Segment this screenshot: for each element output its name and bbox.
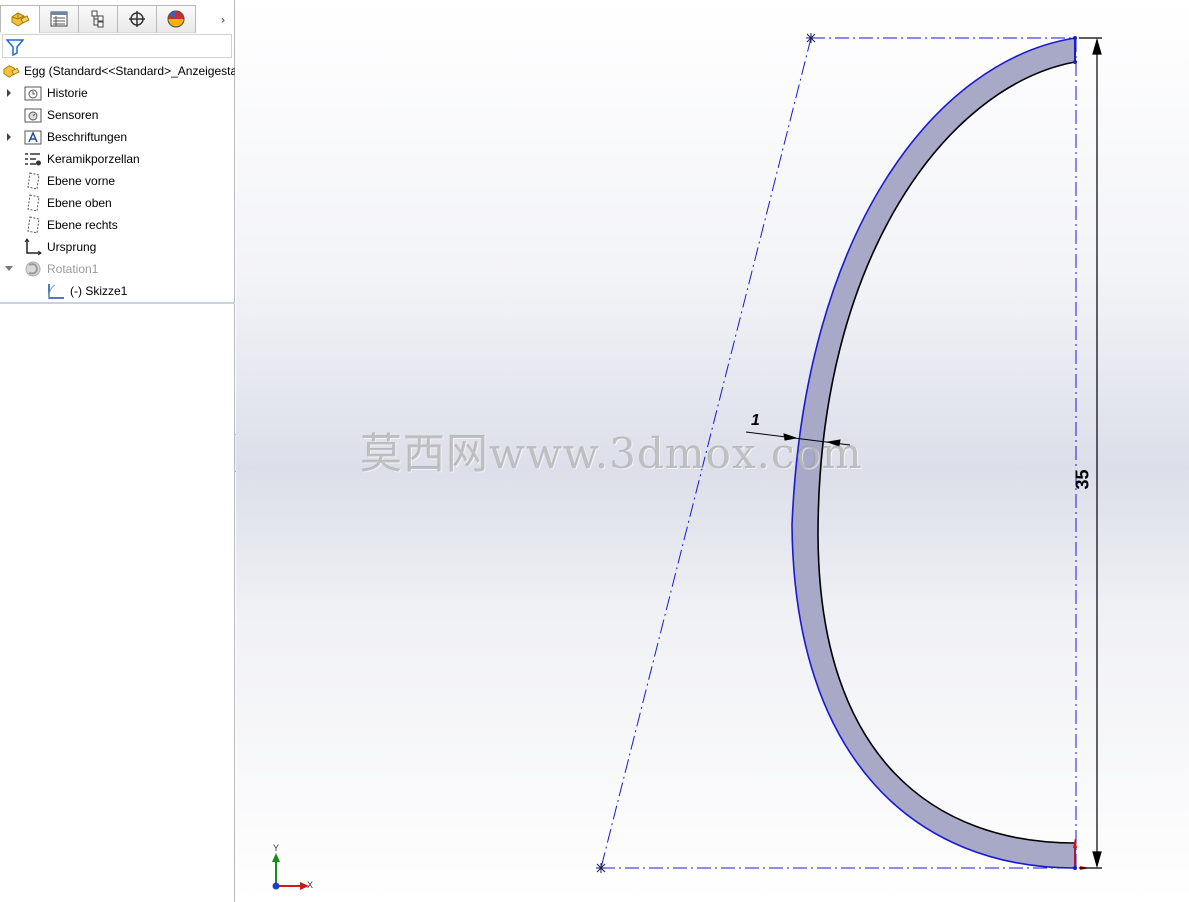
tree-item-plane-front[interactable]: Ebene vorne xyxy=(0,170,235,192)
history-folder-icon xyxy=(24,84,42,102)
tree-item-label: Ebene oben xyxy=(47,196,112,210)
tree-item-label: Historie xyxy=(47,86,88,100)
tree-item-label: Ebene rechts xyxy=(47,218,118,232)
tree-item-sensors[interactable]: Sensoren xyxy=(0,104,235,126)
property-list-icon xyxy=(50,11,68,27)
plane-icon xyxy=(24,172,42,190)
height-dimension-value[interactable]: 35 xyxy=(1073,467,1094,493)
tree-item-label: Sensoren xyxy=(47,108,99,122)
tree-item-label: Beschriftungen xyxy=(47,130,128,144)
filter-icon xyxy=(6,39,24,56)
tree-item-annotations[interactable]: Beschriftungen xyxy=(0,126,235,148)
watermark-text: 莫西网www.3dmox.com xyxy=(360,429,863,478)
tree-item-label: Rotation1 xyxy=(47,262,99,276)
thickness-dimension-value[interactable]: 1 xyxy=(751,412,760,430)
manager-tabs: › xyxy=(0,5,235,33)
part-icon xyxy=(11,12,30,27)
origin-icon xyxy=(24,238,42,256)
expand-arrow-icon[interactable] xyxy=(4,88,14,98)
height-dimension[interactable] xyxy=(1079,37,1102,869)
tree-item-plane-right[interactable]: Ebene rechts xyxy=(0,214,235,236)
tree-item-label: (-) Skizze1 xyxy=(70,284,128,298)
tab-property-manager[interactable] xyxy=(39,5,79,33)
material-icon xyxy=(24,150,42,168)
tab-feature-manager[interactable] xyxy=(0,5,40,33)
tree-filter-field[interactable] xyxy=(2,34,232,58)
sensor-folder-icon xyxy=(24,106,42,124)
tree-item-plane-top[interactable]: Ebene oben xyxy=(0,192,235,214)
collapse-arrow-icon[interactable] xyxy=(4,264,14,274)
graphics-area[interactable]: 莫西网www.3dmox.com 1 35 Y X xyxy=(236,0,1189,902)
annotations-folder-icon xyxy=(24,128,42,146)
feature-manager-panel: › Egg (Standard<<Standard>_Anzeigesta Hi… xyxy=(0,0,235,902)
tab-configuration-manager[interactable] xyxy=(78,5,118,33)
tree-item-revolve[interactable]: Rotation1 xyxy=(0,258,235,280)
expand-arrow-icon[interactable] xyxy=(4,132,14,142)
tree-item-sketch[interactable]: (-) Skizze1 xyxy=(0,280,235,302)
triad-x-label: X xyxy=(307,880,314,890)
tree-item-material[interactable]: Keramikporzellan xyxy=(0,148,235,170)
tree-item-label: Keramikporzellan xyxy=(47,152,140,166)
tree-item-history[interactable]: Historie xyxy=(0,82,235,104)
triad-y-label: Y xyxy=(273,843,280,853)
part-icon xyxy=(2,62,20,80)
tab-dimxpert-manager[interactable] xyxy=(117,5,157,33)
revolve-icon xyxy=(24,260,42,278)
view-triad-icon[interactable] xyxy=(272,853,309,890)
tree-item-part[interactable]: Egg (Standard<<Standard>_Anzeigesta xyxy=(0,60,235,82)
tree-item-label: Ebene vorne xyxy=(47,174,116,188)
more-tabs-chevron-icon[interactable]: › xyxy=(215,11,231,29)
plane-icon xyxy=(24,194,42,212)
tree-item-label: Ursprung xyxy=(47,240,97,254)
plane-icon xyxy=(24,216,42,234)
appearance-ball-icon xyxy=(167,10,185,28)
tree-divider xyxy=(0,302,235,304)
sketch-icon xyxy=(47,282,65,300)
tab-display-manager[interactable] xyxy=(156,5,196,33)
configuration-icon xyxy=(91,10,104,28)
tree-item-origin[interactable]: Ursprung xyxy=(0,236,235,258)
crosshair-icon xyxy=(129,11,145,27)
tree-item-label: Egg (Standard<<Standard>_Anzeigesta xyxy=(24,64,235,78)
